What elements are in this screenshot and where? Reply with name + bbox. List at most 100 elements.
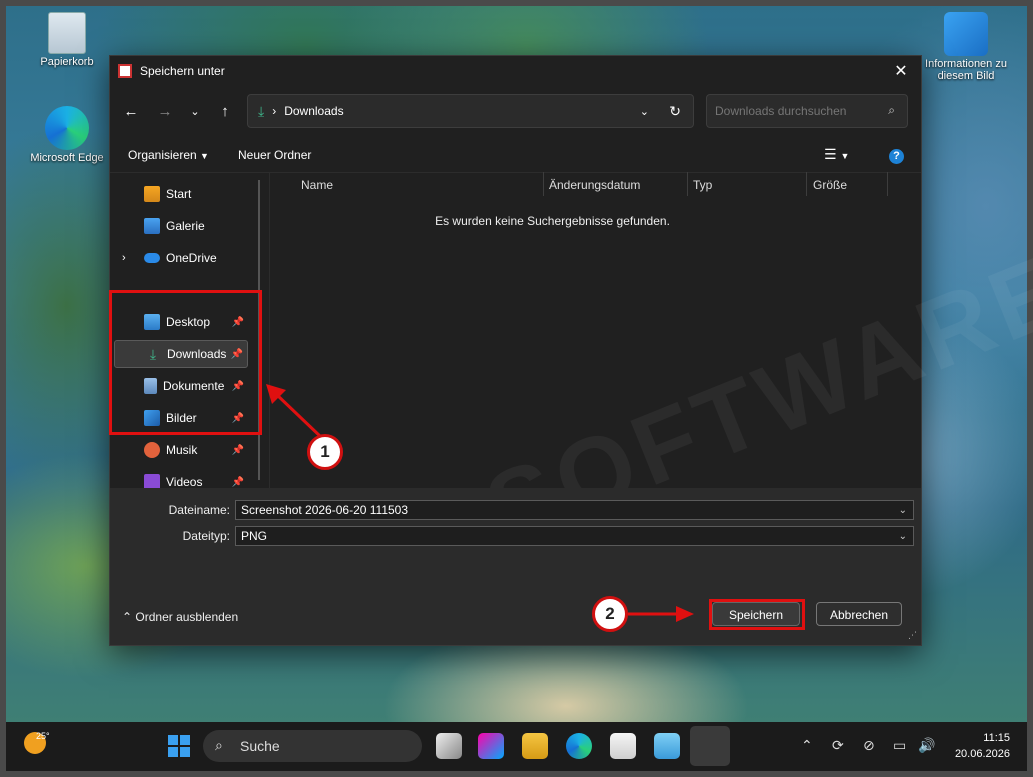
organize-label: Organisieren bbox=[128, 148, 197, 162]
sync-icon[interactable]: ⟳ bbox=[832, 737, 844, 754]
search-input[interactable] bbox=[713, 103, 877, 119]
gallery-icon bbox=[144, 218, 160, 234]
help-icon[interactable]: ? bbox=[889, 149, 904, 164]
column-separator[interactable] bbox=[687, 172, 688, 196]
back-arrow-icon[interactable]: ← bbox=[120, 100, 142, 122]
app-icon bbox=[118, 64, 132, 78]
nav-item-onedrive[interactable]: › OneDrive bbox=[114, 244, 248, 272]
search-icon[interactable]: ⌕ bbox=[888, 103, 895, 118]
videos-icon bbox=[144, 474, 160, 488]
tray-chevron-up-icon[interactable]: ⌃ bbox=[801, 737, 813, 754]
address-bar[interactable]: ⤓ › Downloads ⌄ ↻ bbox=[247, 94, 694, 128]
file-list: Name Änderungsdatum Typ Größe Es wurden … bbox=[269, 172, 1033, 566]
chevron-down-icon[interactable]: ⌄ bbox=[899, 531, 907, 542]
chevron-down-icon: ▼ bbox=[200, 151, 209, 161]
desktop-icon-image-info[interactable]: Informationen zu diesem Bild bbox=[920, 12, 1012, 82]
nav-item-label: Videos bbox=[166, 475, 203, 488]
nav-item-start[interactable]: Start bbox=[114, 180, 248, 208]
column-separator[interactable] bbox=[887, 172, 888, 196]
nav-item-musik[interactable]: Musik 📌 bbox=[114, 436, 248, 464]
new-folder-button[interactable]: Neuer Ordner bbox=[238, 148, 311, 162]
hide-folders-toggle[interactable]: ⌃ Ordner ausblenden bbox=[122, 610, 238, 624]
nav-item-videos[interactable]: Videos 📌 bbox=[114, 468, 248, 488]
annotation-arrow-1 bbox=[266, 384, 324, 440]
up-arrow-icon[interactable]: ↑ bbox=[214, 100, 236, 122]
annotation-box-2 bbox=[709, 599, 805, 630]
network-off-icon[interactable]: ⊘ bbox=[863, 737, 875, 754]
annotation-box-1 bbox=[109, 290, 262, 435]
forward-arrow-icon[interactable]: → bbox=[154, 100, 176, 122]
command-bar: Organisieren ▼ Neuer Ordner ☰ ▼ ? bbox=[110, 140, 921, 173]
desktop-icon-label: Informationen zu diesem Bild bbox=[925, 58, 1007, 82]
annotation-arrow-2 bbox=[628, 606, 694, 622]
music-icon bbox=[144, 442, 160, 458]
download-icon: ⤓ bbox=[258, 102, 265, 119]
clock[interactable]: 11:15 20.06.2026 bbox=[946, 730, 1010, 762]
breadcrumb-current[interactable]: Downloads bbox=[284, 104, 343, 118]
chevron-up-icon: ⌃ bbox=[122, 610, 133, 624]
recycle-bin-icon bbox=[48, 12, 86, 54]
notepad-icon[interactable] bbox=[654, 733, 680, 759]
filename-field[interactable]: Screenshot 2026-06-20 111503 ⌄ bbox=[235, 500, 914, 520]
filetype-label: Dateityp: bbox=[182, 529, 230, 543]
column-header-date[interactable]: Änderungsdatum bbox=[549, 172, 640, 198]
filename-label: Dateiname: bbox=[168, 503, 230, 517]
store-icon[interactable] bbox=[610, 733, 636, 759]
home-icon bbox=[144, 186, 160, 202]
nav-item-galerie[interactable]: Galerie bbox=[114, 212, 248, 240]
nav-item-label: Start bbox=[166, 187, 192, 201]
navigation-row: ← → ⌄ ↑ ⤓ › Downloads ⌄ ↻ ⌕ bbox=[110, 94, 921, 128]
organize-button[interactable]: Organisieren ▼ bbox=[128, 148, 209, 162]
recent-chevron-icon[interactable]: ⌄ bbox=[184, 100, 206, 122]
desktop-icon-edge[interactable]: Microsoft Edge bbox=[22, 106, 112, 164]
desktop-icon-label: Microsoft Edge bbox=[30, 152, 104, 164]
cancel-button[interactable]: Abbrechen bbox=[816, 602, 902, 626]
chevron-down-icon[interactable]: ⌄ bbox=[899, 505, 907, 516]
edge-icon[interactable] bbox=[566, 733, 592, 759]
column-header-type[interactable]: Typ bbox=[693, 172, 712, 198]
annotation-badge-2: 2 bbox=[592, 596, 628, 632]
file-explorer-icon[interactable] bbox=[522, 733, 548, 759]
weather-temperature: 25° bbox=[36, 731, 50, 741]
search-box[interactable]: ⌕ bbox=[706, 94, 908, 128]
filename-value[interactable]: Screenshot 2026-06-20 111503 bbox=[241, 503, 408, 517]
desktop-icon-recycle-bin[interactable]: Papierkorb bbox=[22, 12, 112, 68]
nav-item-label: OneDrive bbox=[166, 251, 217, 265]
empty-message: Es wurden keine Suchergebnisse gefunden. bbox=[435, 214, 670, 228]
view-options-icon[interactable]: ☰ ▼ bbox=[824, 146, 849, 163]
annotation-badge-1: 1 bbox=[307, 434, 343, 470]
nav-item-label: Galerie bbox=[166, 219, 205, 233]
close-icon[interactable]: ✕ bbox=[881, 56, 921, 86]
edge-icon bbox=[45, 106, 89, 150]
address-dropdown-icon[interactable]: ⌄ bbox=[640, 105, 649, 118]
pin-icon[interactable]: 📌 bbox=[232, 477, 244, 488]
volume-icon[interactable]: 🔊 bbox=[918, 737, 935, 754]
snipping-tool-icon[interactable] bbox=[690, 726, 730, 766]
task-view-icon[interactable] bbox=[436, 733, 462, 759]
dialog-title: Speichern unter bbox=[140, 64, 225, 78]
taskbar: 25° ⌕ Suche ⌃ ⟳ ⊘ ▭ 🔊 11:15 20.06.2026 bbox=[6, 722, 1027, 771]
column-separator[interactable] bbox=[543, 172, 544, 196]
column-header-size[interactable]: Größe bbox=[813, 172, 847, 198]
clock-time: 11:15 bbox=[983, 732, 1010, 744]
monitor-icon[interactable]: ▭ bbox=[893, 737, 906, 754]
search-icon: ⌕ bbox=[215, 737, 223, 753]
filetype-value[interactable]: PNG bbox=[241, 529, 267, 543]
nav-item-label: Musik bbox=[166, 443, 198, 457]
pin-icon[interactable]: 📌 bbox=[232, 445, 244, 456]
refresh-icon[interactable]: ↻ bbox=[669, 103, 681, 120]
column-separator[interactable] bbox=[806, 172, 807, 196]
desktop-icon-label: Papierkorb bbox=[40, 56, 94, 68]
hide-folders-label: Ordner ausblenden bbox=[135, 610, 239, 624]
column-header-name[interactable]: Name bbox=[301, 172, 333, 198]
copilot-icon[interactable] bbox=[478, 733, 504, 759]
taskbar-search[interactable]: ⌕ Suche bbox=[203, 730, 422, 762]
windows-start-icon[interactable] bbox=[168, 735, 190, 757]
taskbar-search-label: Suche bbox=[240, 738, 280, 754]
breadcrumb-separator-icon: › bbox=[272, 104, 277, 118]
new-folder-label: Neuer Ordner bbox=[238, 148, 312, 162]
resize-grip-icon[interactable]: ⋰ bbox=[908, 630, 917, 641]
filetype-select[interactable]: PNG ⌄ bbox=[235, 526, 914, 546]
cloud-icon bbox=[144, 253, 160, 263]
expand-chevron-icon[interactable]: › bbox=[122, 252, 126, 264]
